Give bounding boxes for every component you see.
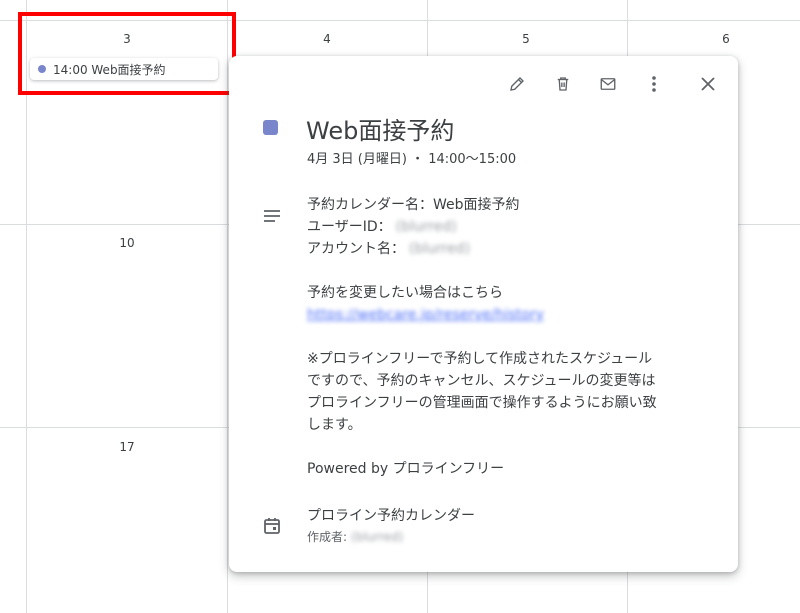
account-name-value: (blurred) xyxy=(409,241,471,257)
day-number[interactable]: 10 xyxy=(112,236,142,250)
day-number[interactable]: 5 xyxy=(511,32,541,46)
notice-line: ※プロラインフリーで予約して作成されたスケジュール xyxy=(307,351,653,367)
creator-line: 作成者: (blurred) xyxy=(307,528,403,545)
highlight-annotation-box xyxy=(18,12,236,95)
powered-by-text: Powered by プロラインフリー xyxy=(307,461,505,477)
edit-icon[interactable] xyxy=(505,72,529,96)
account-name-line: アカウント名： (blurred) xyxy=(307,238,727,260)
more-options-icon[interactable] xyxy=(642,72,666,96)
calendar-icon xyxy=(263,517,281,535)
day-number[interactable]: 4 xyxy=(312,32,342,46)
description-icon xyxy=(262,208,282,224)
creator-value: (blurred) xyxy=(351,530,404,544)
calendar-name-line: 予約カレンダー名：Web面接予約 xyxy=(307,197,520,213)
notice-line: ですので、予約のキャンセル、スケジュールの変更等は xyxy=(307,373,656,389)
notice-line: プロラインフリーの管理画面で操作するようにお願い致 xyxy=(307,395,657,411)
day-number[interactable]: 17 xyxy=(112,440,142,454)
email-icon[interactable] xyxy=(596,72,620,96)
account-name-label: アカウント名： xyxy=(307,241,405,257)
event-detail-popup: Web面接予約 4月 3日 (月曜日) ・ 14:00～15:00 予約カレンダ… xyxy=(229,56,738,572)
user-id-line: ユーザーID： (blurred) xyxy=(307,216,727,238)
change-reservation-link[interactable]: https://webcare.jp/reserve/history xyxy=(307,304,544,326)
user-id-label: ユーザーID： xyxy=(307,219,392,235)
event-title: Web面接予約 xyxy=(306,117,455,145)
calendar-owner-name: プロライン予約カレンダー xyxy=(307,508,475,524)
event-datetime: 4月 3日 (月曜日) ・ 14:00～15:00 xyxy=(307,152,517,167)
day-number[interactable]: 6 xyxy=(711,32,741,46)
event-color-square xyxy=(263,120,278,135)
close-icon[interactable] xyxy=(696,72,720,96)
user-id-value: (blurred) xyxy=(395,219,457,235)
notice-line: します。 xyxy=(307,417,362,433)
event-description: 予約カレンダー名：Web面接予約 ユーザーID： (blurred) アカウント名… xyxy=(307,194,727,480)
creator-label: 作成者: xyxy=(307,530,348,544)
change-reservation-text: 予約を変更したい場合はこちら xyxy=(307,285,503,301)
delete-icon[interactable] xyxy=(551,72,575,96)
